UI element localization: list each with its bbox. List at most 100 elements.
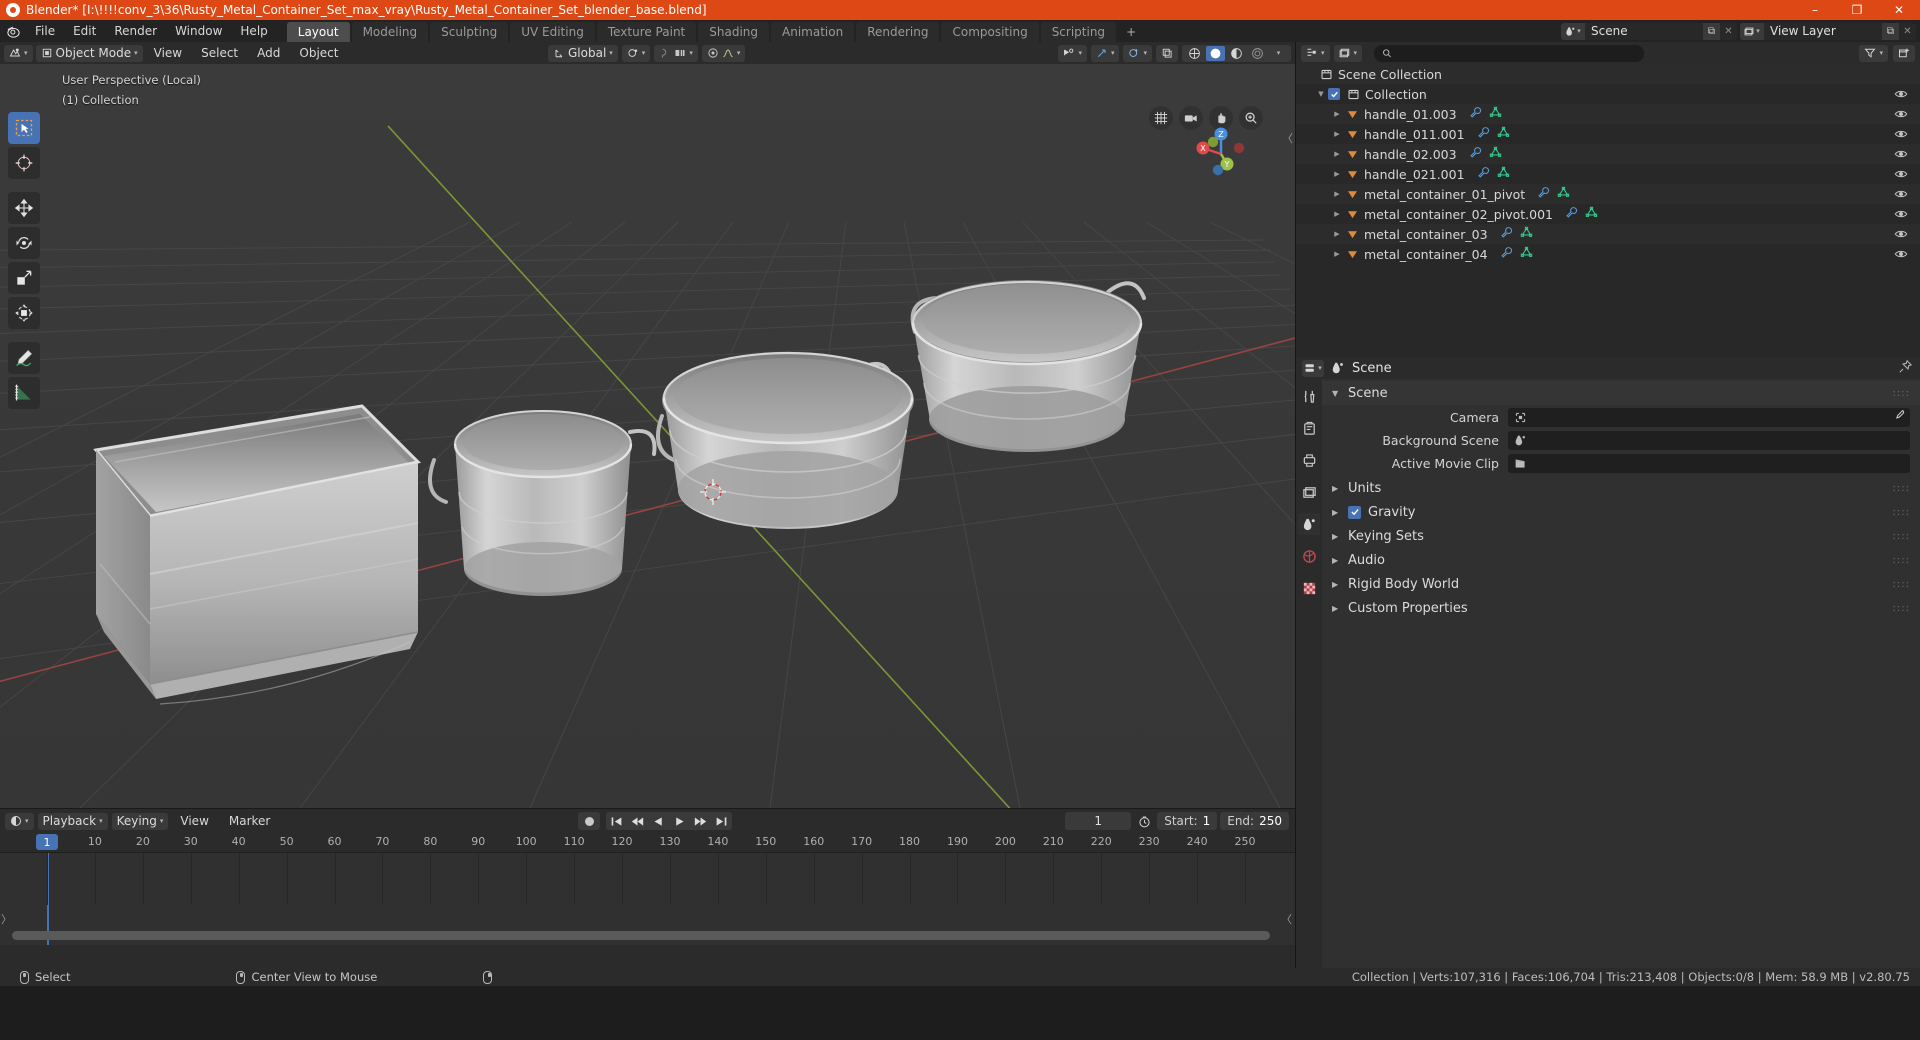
properties-tab-output[interactable] [1298, 449, 1320, 471]
visibility-eye-icon[interactable] [1894, 247, 1908, 261]
add-workspace-button[interactable]: + [1118, 22, 1144, 42]
disclosure-triangle-icon[interactable]: ▶ [1330, 210, 1344, 218]
menu-window[interactable]: Window [166, 20, 231, 42]
use-preview-range-icon[interactable] [1134, 812, 1154, 830]
outliner-search-box[interactable] [1374, 44, 1645, 62]
modifier-icon[interactable] [1477, 126, 1490, 142]
tab-scripting[interactable]: Scripting [1040, 22, 1117, 42]
scene-name-field[interactable]: Scene [1585, 24, 1703, 38]
outliner-row[interactable]: ▶ handle_021.001 [1296, 164, 1920, 184]
blender-menu-icon[interactable] [0, 20, 26, 42]
timeline-menu-view[interactable]: View [172, 809, 216, 833]
disclosure-triangle-icon[interactable]: ▶ [1330, 230, 1344, 238]
editor-type-selector[interactable]: ▾ [4, 44, 33, 62]
active-movie-clip-field[interactable] [1508, 454, 1910, 473]
viewport-sidebar-toggle[interactable]: 〈 [1282, 130, 1293, 146]
mesh-data-icon[interactable] [1489, 106, 1502, 122]
properties-tab-texture[interactable] [1298, 577, 1320, 599]
background-scene-field[interactable] [1508, 431, 1910, 450]
outliner-search-input[interactable] [1397, 46, 1637, 60]
menu-file[interactable]: File [26, 20, 64, 42]
tool-tweak-select-box-icon[interactable] [8, 112, 40, 144]
viewport-menu-view[interactable]: View [146, 42, 190, 64]
disclosure-triangle-icon[interactable]: ▶ [1330, 150, 1344, 158]
outliner-display-mode-selector[interactable]: ▾ [1333, 44, 1363, 62]
3d-viewport-canvas[interactable]: User Perspective (Local) (1) Collection [0, 64, 1295, 808]
timeline-track-area[interactable]: 〉 〈 [0, 853, 1295, 945]
tab-uv-editing[interactable]: UV Editing [510, 22, 595, 42]
disclosure-triangle-icon[interactable]: ▼ [1314, 90, 1328, 98]
mesh-data-icon[interactable] [1520, 246, 1533, 262]
visibility-eye-icon[interactable] [1894, 107, 1908, 121]
grid-toggle-icon[interactable] [1149, 106, 1173, 130]
outliner-row[interactable]: ▶ metal_container_01_pivot [1296, 184, 1920, 204]
timeline-right-collapse-icon[interactable]: 〈 [1281, 911, 1292, 927]
disclosure-triangle-icon[interactable]: ▶ [1330, 190, 1344, 198]
viewport-menu-object[interactable]: Object [291, 42, 346, 64]
modifier-icon[interactable] [1500, 246, 1513, 262]
outliner-filter-button[interactable]: ▾ [1859, 44, 1888, 62]
section-audio[interactable]: ▶ Audio :::: [1322, 548, 1920, 572]
mesh-data-icon[interactable] [1585, 206, 1598, 222]
section-rigid-body-world[interactable]: ▶ Rigid Body World :::: [1322, 572, 1920, 596]
tool-measure-icon[interactable] [8, 377, 40, 409]
mesh-data-icon[interactable] [1497, 126, 1510, 142]
tool-annotate-icon[interactable] [8, 342, 40, 374]
tab-compositing[interactable]: Compositing [941, 22, 1039, 42]
menu-help[interactable]: Help [231, 20, 276, 42]
shading-wireframe-icon[interactable] [1185, 46, 1204, 61]
auto-keying-button[interactable] [578, 812, 600, 830]
outliner-row[interactable]: ▶ handle_02.003 [1296, 144, 1920, 164]
collection-checkbox[interactable] [1328, 88, 1340, 100]
current-frame-field[interactable]: 1 [1065, 812, 1132, 830]
disclosure-triangle-icon[interactable]: ▶ [1330, 170, 1344, 178]
timeline-menu-playback[interactable]: Playback ▾ [37, 812, 108, 830]
close-button[interactable]: ✕ [1878, 0, 1920, 20]
snapping-controls[interactable]: ▾ [654, 44, 698, 62]
outliner-row[interactable]: ▼ Collection [1296, 84, 1920, 104]
start-frame-field[interactable]: Start: 1 [1157, 812, 1218, 830]
outliner-row[interactable]: ▶ handle_011.001 [1296, 124, 1920, 144]
timeline-menu-marker[interactable]: Marker [221, 809, 278, 833]
visibility-eye-icon[interactable] [1894, 167, 1908, 181]
jump-to-start-button[interactable] [606, 812, 627, 830]
timeline-playhead[interactable]: 1 [36, 834, 58, 850]
visibility-eye-icon[interactable] [1894, 207, 1908, 221]
disclosure-triangle-icon[interactable]: ▶ [1330, 130, 1344, 138]
visibility-eye-icon[interactable] [1894, 187, 1908, 201]
disclosure-triangle-icon[interactable]: ▶ [1330, 110, 1344, 118]
visibility-eye-icon[interactable] [1894, 147, 1908, 161]
section-gravity[interactable]: ▶ Gravity :::: [1322, 500, 1920, 524]
section-units[interactable]: ▶ Units :::: [1322, 476, 1920, 500]
tab-layout[interactable]: Layout [286, 22, 350, 42]
pivot-point-selector[interactable]: ▾ [621, 44, 651, 62]
timeline-editor-type-selector[interactable]: ▾ [5, 812, 34, 830]
mesh-data-icon[interactable] [1557, 186, 1570, 202]
tool-transform-icon[interactable] [8, 297, 40, 329]
previous-keyframe-button[interactable] [627, 812, 648, 830]
view-layer-name-field[interactable]: View Layer [1764, 24, 1882, 38]
modifier-icon[interactable] [1469, 106, 1482, 122]
tab-rendering[interactable]: Rendering [856, 22, 940, 42]
menu-edit[interactable]: Edit [64, 20, 105, 42]
overlays-toggle[interactable]: ▾ [1123, 44, 1152, 62]
play-reverse-button[interactable] [648, 812, 669, 830]
play-button[interactable] [669, 812, 690, 830]
shading-material-preview-icon[interactable] [1227, 46, 1246, 61]
next-keyframe-button[interactable] [690, 812, 711, 830]
gravity-checkbox[interactable] [1348, 505, 1361, 519]
tab-texture-paint[interactable]: Texture Paint [596, 22, 697, 42]
mesh-data-icon[interactable] [1489, 146, 1502, 162]
timeline-left-collapse-icon[interactable]: 〉 [1, 911, 12, 927]
outliner-row[interactable]: ▶ metal_container_02_pivot.001 [1296, 204, 1920, 224]
properties-editor-type-selector[interactable]: ▾ [1302, 359, 1324, 377]
shading-options-chevron-icon[interactable]: ▾ [1269, 46, 1288, 61]
mesh-data-icon[interactable] [1497, 166, 1510, 182]
tool-cursor-icon[interactable] [8, 147, 40, 179]
outliner-tree[interactable]: Scene Collection ▼ Collection ▶ handle_01.00… [1296, 64, 1920, 357]
object-visibility-selector[interactable]: ▾ [1058, 44, 1087, 62]
camera-eyedropper-icon[interactable] [1892, 409, 1905, 426]
xray-toggle[interactable] [1156, 44, 1178, 62]
jump-to-end-button[interactable] [711, 812, 732, 830]
outliner-new-collection-button[interactable] [1893, 44, 1915, 62]
